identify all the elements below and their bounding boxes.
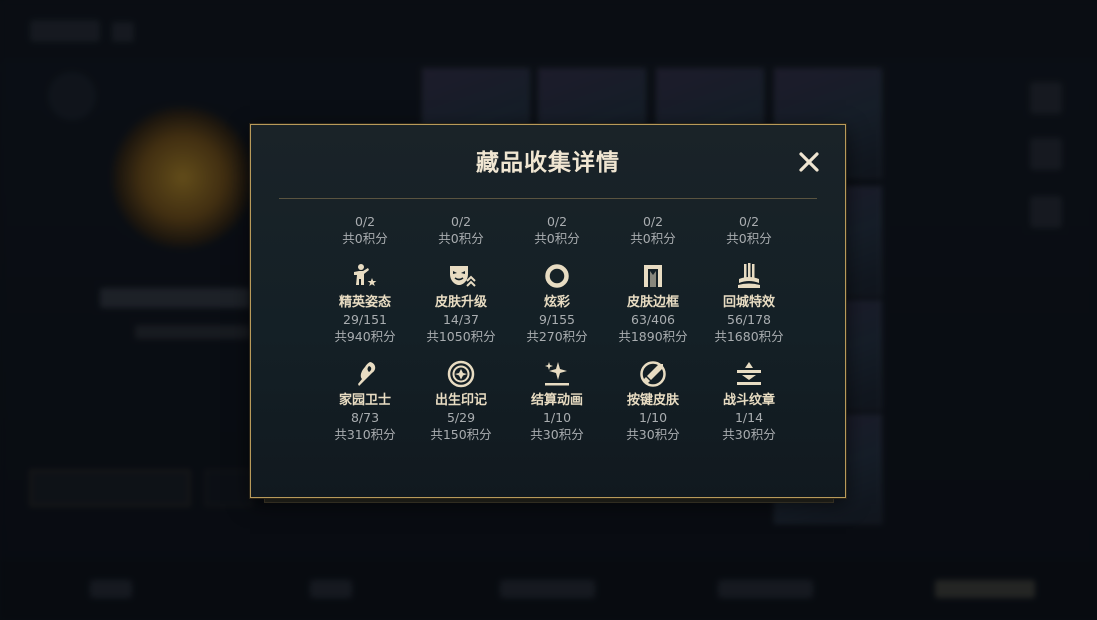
battle-emblem-icon (734, 359, 764, 389)
frame-icon (638, 261, 668, 291)
category-name: 结算动画 (530, 393, 583, 408)
category-points: 共30积分 (722, 427, 776, 442)
category-cell-birth-mark[interactable]: 出生印记 5/29 共150积分 (413, 359, 509, 443)
settlement-animation-icon (542, 359, 572, 389)
category-progress: 8/73 (350, 410, 380, 425)
category-points: 共0积分 (726, 231, 772, 246)
category-points: 共0积分 (630, 231, 676, 246)
category-name: 皮肤边框 (626, 295, 679, 310)
modal-title: 藏品收集详情 (476, 150, 620, 176)
category-progress: 29/151 (343, 312, 387, 327)
category-progress: 0/2 (738, 214, 760, 229)
category-cell-partial: 0/2 共0积分 (317, 213, 413, 247)
category-points: 共0积分 (534, 231, 580, 246)
category-progress: 0/2 (354, 214, 376, 229)
recall-effect-icon (734, 261, 764, 291)
ring-icon (542, 261, 572, 291)
category-points: 共270积分 (526, 329, 588, 344)
category-name: 回城特效 (722, 295, 775, 310)
category-name: 皮肤升级 (434, 295, 487, 310)
category-progress: 0/2 (450, 214, 472, 229)
category-cell-partial: 0/2 共0积分 (605, 213, 701, 247)
category-cell-button-skin[interactable]: 按键皮肤 1/10 共30积分 (605, 359, 701, 443)
category-name: 家园卫士 (338, 393, 391, 408)
category-progress: 9/155 (538, 312, 576, 327)
category-name: 出生印记 (434, 393, 487, 408)
category-cell-recall-effect[interactable]: 回城特效 56/178 共1680积分 (701, 261, 797, 345)
category-name: 战斗纹章 (722, 393, 775, 408)
category-points: 共1680积分 (714, 329, 784, 344)
close-button[interactable] (796, 149, 822, 175)
emote-pose-icon (350, 261, 380, 291)
category-name: 精英姿态 (338, 295, 391, 310)
button-skin-icon (638, 359, 668, 389)
category-progress: 63/406 (631, 312, 675, 327)
category-cell-home-guardian[interactable]: 家园卫士 8/73 共310积分 (317, 359, 413, 443)
category-points: 共0积分 (438, 231, 484, 246)
category-name: 炫彩 (543, 295, 570, 310)
collection-details-modal: 藏品收集详情 0/2 共0积分 0/2 共0积分 0/2 共0积分 0/2 共0… (250, 124, 846, 498)
close-icon (799, 152, 819, 172)
category-progress: 14/37 (442, 312, 480, 327)
category-cell-skin-upgrade[interactable]: 皮肤升级 14/37 共1050积分 (413, 261, 509, 345)
category-cell-skin-frame[interactable]: 皮肤边框 63/406 共1890积分 (605, 261, 701, 345)
category-cell-partial: 0/2 共0积分 (509, 213, 605, 247)
category-points: 共30积分 (530, 427, 584, 442)
category-cell-partial: 0/2 共0积分 (701, 213, 797, 247)
category-points: 共1050积分 (426, 329, 496, 344)
mask-upgrade-icon (446, 261, 476, 291)
category-points: 共1890积分 (618, 329, 688, 344)
category-points: 共0积分 (342, 231, 388, 246)
category-progress: 0/2 (546, 214, 568, 229)
category-progress: 0/2 (642, 214, 664, 229)
category-points: 共30积分 (626, 427, 680, 442)
category-points: 共150积分 (430, 427, 492, 442)
category-cell-settlement-animation[interactable]: 结算动画 1/10 共30积分 (509, 359, 605, 443)
title-divider (279, 198, 817, 199)
category-cell-battle-emblem[interactable]: 战斗纹章 1/14 共30积分 (701, 359, 797, 443)
category-progress: 1/10 (638, 410, 668, 425)
category-progress: 1/14 (734, 410, 764, 425)
category-points: 共310积分 (334, 427, 396, 442)
birth-mark-icon (446, 359, 476, 389)
category-progress: 5/29 (446, 410, 476, 425)
collection-grid: 0/2 共0积分 0/2 共0积分 0/2 共0积分 0/2 共0积分 0/2 … (317, 211, 797, 491)
category-cell-partial: 0/2 共0积分 (413, 213, 509, 247)
guardian-icon (350, 359, 380, 389)
category-points: 共940积分 (334, 329, 396, 344)
category-cell-chroma[interactable]: 炫彩 9/155 共270积分 (509, 261, 605, 345)
category-name: 按键皮肤 (626, 393, 679, 408)
category-progress: 56/178 (727, 312, 771, 327)
category-progress: 1/10 (542, 410, 572, 425)
category-cell-elite-pose[interactable]: 精英姿态 29/151 共940积分 (317, 261, 413, 345)
